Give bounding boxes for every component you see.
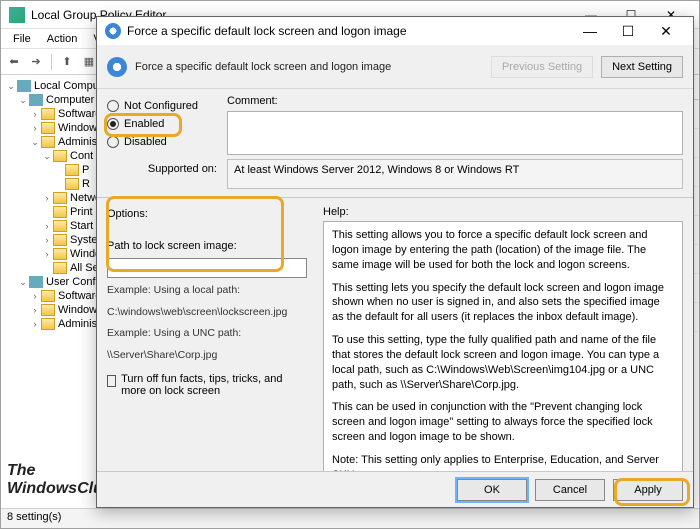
options-panel: Options: Path to lock screen image: Exam…: [107, 206, 307, 474]
path-label: Path to lock screen image:: [107, 238, 307, 254]
dialog-minimize-button[interactable]: —: [571, 18, 609, 44]
cancel-button[interactable]: Cancel: [535, 479, 605, 501]
checkbox-icon[interactable]: [107, 375, 116, 387]
tree-item[interactable]: Print: [70, 206, 93, 218]
statusbar: 8 setting(s): [1, 508, 699, 528]
example-local-value: C:\windows\web\screen\lockscreen.jpg: [107, 304, 307, 322]
next-setting-button[interactable]: Next Setting: [601, 56, 683, 78]
path-input[interactable]: [107, 258, 307, 278]
ok-button[interactable]: OK: [457, 479, 527, 501]
supported-on-text: At least Windows Server 2012, Windows 8 …: [227, 159, 683, 189]
tree-item[interactable]: Start: [70, 220, 93, 232]
app-icon: [9, 7, 25, 23]
supported-on-label: Supported on:: [107, 159, 217, 175]
help-label: Help:: [323, 206, 683, 221]
comment-label: Comment:: [227, 95, 683, 107]
previous-setting-button[interactable]: Previous Setting: [491, 56, 593, 78]
radio-enabled[interactable]: Enabled: [107, 115, 217, 133]
dialog-close-button[interactable]: ✕: [647, 18, 685, 44]
policy-icon: [105, 23, 121, 39]
turnoff-checkbox-row[interactable]: Turn off fun facts, tips, tricks, and mo…: [107, 369, 307, 397]
radio-disabled[interactable]: Disabled: [107, 133, 217, 151]
state-radio-group: Not Configured Enabled Disabled: [107, 95, 217, 155]
tree-item[interactable]: R: [82, 178, 90, 190]
tree-item[interactable]: Cont: [70, 150, 93, 162]
help-text[interactable]: This setting allows you to force a speci…: [323, 221, 683, 474]
turnoff-checkbox-label: Turn off fun facts, tips, tricks, and mo…: [121, 373, 307, 397]
tree-item[interactable]: All Se: [70, 262, 99, 274]
example-unc-label: Example: Using a UNC path:: [107, 325, 307, 343]
policy-icon: [107, 57, 127, 77]
dialog-footer: OK Cancel Apply: [97, 471, 693, 507]
dialog-header: Force a specific default lock screen and…: [97, 45, 693, 89]
example-unc-value: \\Server\Share\Corp.jpg: [107, 347, 307, 365]
tree-item[interactable]: Software: [58, 108, 101, 120]
tree-item[interactable]: Software: [58, 290, 101, 302]
back-icon[interactable]: ⬅: [5, 53, 23, 71]
dialog-title: Force a specific default lock screen and…: [127, 24, 571, 38]
apply-button[interactable]: Apply: [613, 479, 683, 501]
dialog-titlebar: Force a specific default lock screen and…: [97, 17, 693, 45]
forward-icon[interactable]: ➔: [27, 53, 45, 71]
menu-action[interactable]: Action: [39, 31, 86, 47]
options-label: Options:: [107, 206, 307, 222]
dialog-maximize-button[interactable]: ☐: [609, 18, 647, 44]
up-icon[interactable]: ⬆: [58, 53, 76, 71]
tree-item[interactable]: P: [82, 164, 89, 176]
menu-file[interactable]: File: [5, 31, 39, 47]
radio-not-configured[interactable]: Not Configured: [107, 97, 217, 115]
dialog-heading: Force a specific default lock screen and…: [135, 61, 483, 73]
example-local-label: Example: Using a local path:: [107, 282, 307, 300]
policy-dialog: Force a specific default lock screen and…: [96, 16, 694, 508]
comment-input[interactable]: [227, 111, 683, 155]
